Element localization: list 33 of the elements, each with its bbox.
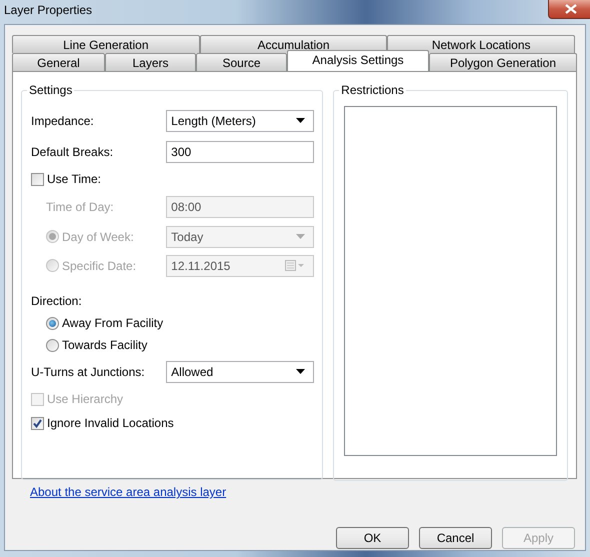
tab[interactable]: Line Generation	[12, 35, 200, 53]
tab[interactable]: Layers	[105, 53, 196, 71]
field-label: Default Breaks:	[31, 144, 114, 158]
window-title: Layer Properties	[4, 3, 92, 17]
caret-icon	[296, 118, 306, 123]
close-icon	[564, 4, 576, 14]
caret-icon	[296, 234, 306, 239]
dropdown[interactable]: Allowed	[166, 360, 314, 382]
help-link[interactable]: About the service area analysis layer	[30, 485, 226, 499]
group-title: Settings	[27, 83, 74, 97]
tab[interactable]: Source	[196, 53, 287, 71]
checkbox-option[interactable]: Use Time:	[31, 172, 102, 186]
tab[interactable]: Network Locations	[387, 35, 576, 53]
radio-option[interactable]: Towards Facility	[46, 338, 148, 352]
input-field[interactable]: 300	[166, 140, 314, 162]
tab[interactable]: Accumulation	[200, 35, 388, 53]
dropdown[interactable]: Length (Meters)	[166, 110, 314, 132]
tab[interactable]: Analysis Settings	[287, 50, 429, 71]
group-title: Restrictions	[339, 83, 406, 97]
dialog-button[interactable]: OK	[336, 527, 409, 549]
field-label: Impedance:	[31, 114, 94, 128]
tab[interactable]: General	[12, 53, 105, 71]
checkmark-icon	[32, 418, 43, 428]
field-label: Time of Day:	[46, 200, 114, 214]
section-label: Direction:	[31, 294, 82, 308]
checkbox-option[interactable]: Ignore Invalid Locations	[31, 416, 174, 430]
caret-icon	[296, 369, 306, 374]
tab[interactable]: Polygon Generation	[429, 53, 577, 71]
calendar-icon	[285, 260, 306, 271]
dialog-button[interactable]: Cancel	[419, 527, 492, 549]
field-label: U-Turns at Junctions:	[31, 364, 145, 378]
radio-option[interactable]: Away From Facility	[46, 316, 164, 330]
close-button[interactable]	[548, 0, 590, 19]
